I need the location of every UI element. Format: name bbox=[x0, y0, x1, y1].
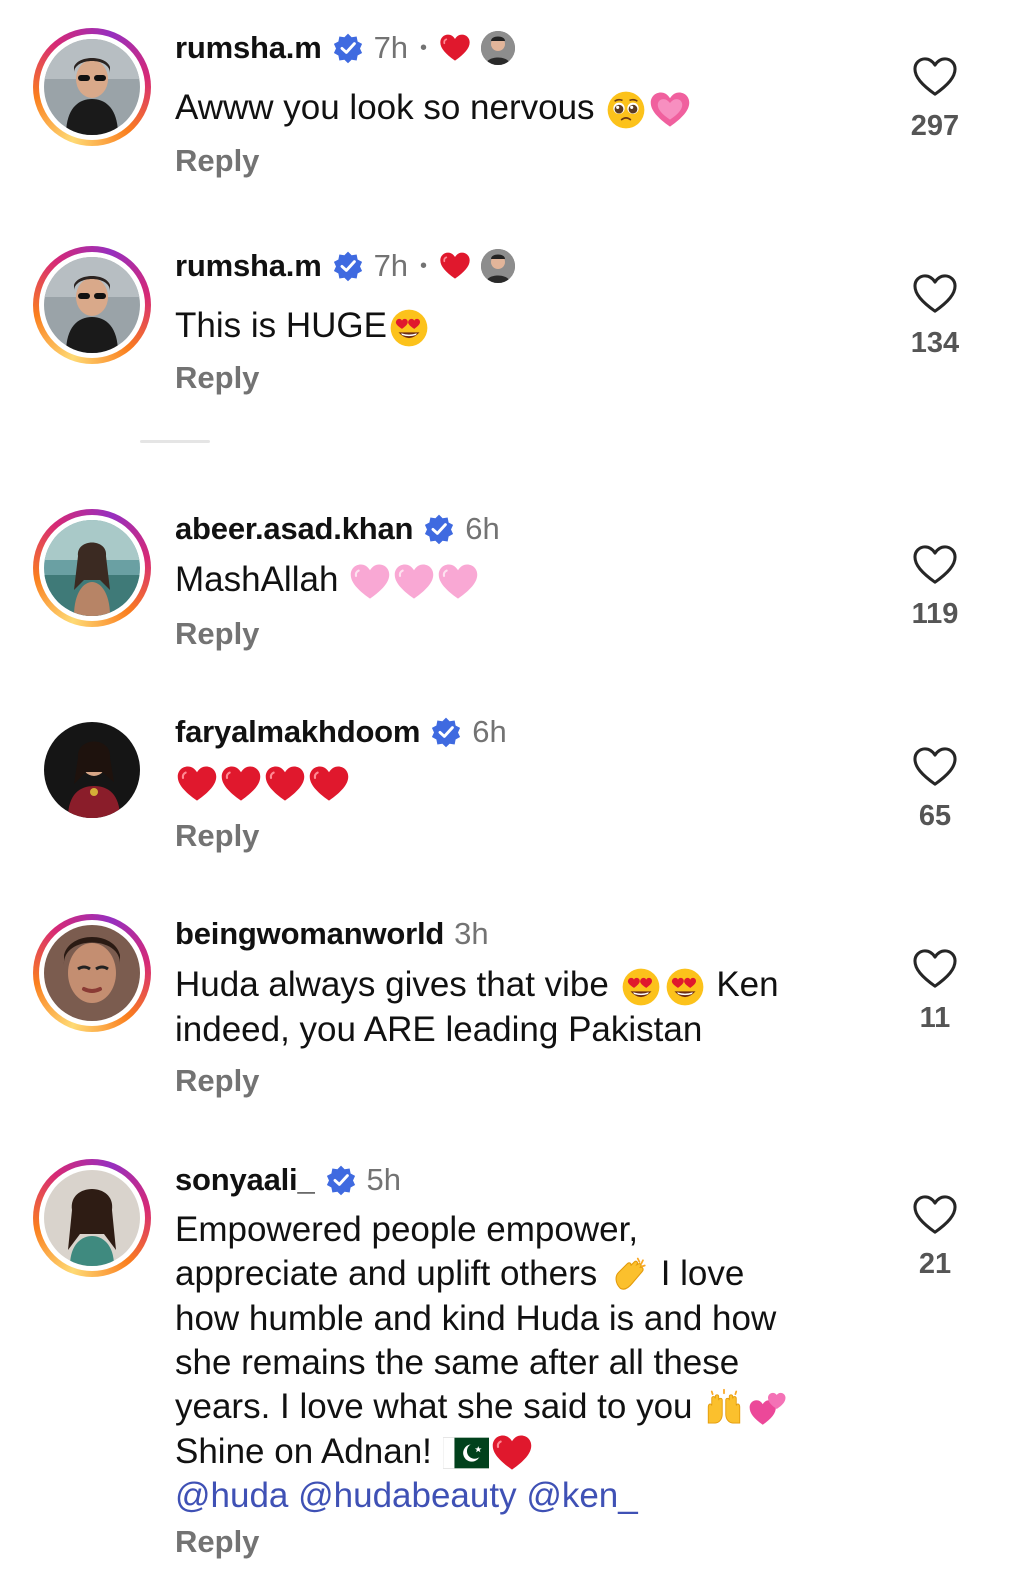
timestamp: 3h bbox=[454, 916, 489, 951]
heart-eyes-emoji-icon bbox=[620, 966, 662, 1008]
verified-badge-icon bbox=[423, 513, 455, 545]
like-column: 65 bbox=[900, 746, 970, 833]
like-count: 11 bbox=[919, 1002, 951, 1034]
avatar[interactable] bbox=[33, 711, 151, 829]
reply-button[interactable]: Reply bbox=[175, 818, 259, 854]
reply-button[interactable]: Reply bbox=[175, 616, 259, 652]
username[interactable]: rumsha.m bbox=[175, 248, 322, 284]
like-count: 119 bbox=[911, 598, 959, 630]
timestamp: 6h bbox=[472, 714, 507, 749]
like-column: 134 bbox=[900, 273, 970, 360]
pink-heart-emoji-icon bbox=[349, 561, 391, 603]
heart-outline-icon[interactable] bbox=[912, 273, 958, 315]
avatar[interactable] bbox=[33, 914, 151, 1032]
separator-dot: • bbox=[420, 36, 428, 59]
heart-eyes-emoji-icon bbox=[664, 966, 706, 1008]
username[interactable]: beingwomanworld bbox=[175, 916, 444, 952]
username[interactable]: faryalmakhdoom bbox=[175, 714, 420, 750]
like-column: 21 bbox=[900, 1194, 970, 1281]
clapping-hands-emoji-icon bbox=[608, 1255, 650, 1297]
mention-links[interactable]: @huda @hudabeauty @ken_ bbox=[175, 1476, 638, 1515]
avatar[interactable] bbox=[33, 509, 151, 627]
username[interactable]: sonyaali_ bbox=[175, 1162, 315, 1198]
red-heart-emoji-icon bbox=[176, 763, 218, 805]
username[interactable]: abeer.asad.khan bbox=[175, 511, 413, 547]
like-count: 21 bbox=[918, 1248, 952, 1280]
reply-button[interactable]: Reply bbox=[175, 143, 259, 179]
heart-outline-icon[interactable] bbox=[912, 544, 958, 586]
avatar[interactable] bbox=[33, 28, 151, 146]
comment-text: Awww you look so nervous bbox=[175, 86, 855, 131]
comment-text: Huda always gives that vibe Ken indeed, … bbox=[175, 965, 779, 1049]
verified-badge-icon bbox=[332, 250, 364, 282]
comment-text: This is HUGE bbox=[175, 304, 855, 349]
avatar[interactable] bbox=[33, 246, 151, 364]
heart-outline-icon[interactable] bbox=[912, 746, 958, 788]
timestamp: 6h bbox=[465, 511, 500, 546]
reply-button[interactable]: Reply bbox=[175, 1524, 259, 1560]
heart-outline-icon[interactable] bbox=[912, 56, 958, 98]
pink-heart-emoji-icon bbox=[393, 561, 435, 603]
heart-outline-icon[interactable] bbox=[912, 948, 958, 990]
pakistan-flag-emoji-icon bbox=[443, 1437, 489, 1469]
verified-badge-icon bbox=[430, 716, 462, 748]
creator-liked-heart-icon bbox=[439, 33, 471, 63]
like-column: 11 bbox=[900, 948, 970, 1035]
red-heart-emoji-icon bbox=[220, 763, 262, 805]
verified-badge-icon bbox=[325, 1164, 357, 1196]
timestamp: 7h bbox=[373, 248, 409, 283]
like-column: 297 bbox=[900, 56, 970, 143]
comment-text: Empowered people empower, appreciate and… bbox=[175, 1208, 855, 1518]
pink-heart-emoji-icon bbox=[437, 561, 479, 603]
like-count: 297 bbox=[910, 110, 960, 142]
pleading-face-emoji-icon bbox=[605, 89, 647, 131]
scroll-artifact bbox=[140, 440, 210, 443]
reply-button[interactable]: Reply bbox=[175, 360, 259, 396]
heart-outline-icon[interactable] bbox=[912, 1194, 958, 1236]
verified-badge-icon bbox=[332, 32, 364, 64]
comment-text: MashAllah bbox=[175, 558, 855, 603]
like-column: 119 bbox=[900, 544, 970, 631]
comment-text bbox=[175, 760, 855, 805]
avatar[interactable] bbox=[33, 1159, 151, 1277]
like-count: 134 bbox=[910, 327, 960, 359]
red-heart-emoji-icon bbox=[264, 763, 306, 805]
two-hearts-emoji-icon bbox=[747, 1388, 789, 1430]
separator-dot: • bbox=[420, 254, 428, 277]
timestamp: 7h bbox=[373, 30, 409, 65]
timestamp: 5h bbox=[366, 1162, 401, 1197]
creator-liked-heart-icon bbox=[439, 251, 471, 281]
red-heart-emoji-icon bbox=[308, 763, 350, 805]
creator-avatar-icon bbox=[481, 31, 516, 65]
growing-heart-emoji-icon bbox=[649, 89, 691, 131]
heart-eyes-emoji-icon bbox=[388, 307, 430, 349]
creator-avatar-icon bbox=[481, 249, 516, 283]
red-heart-emoji-icon bbox=[491, 1432, 533, 1474]
reply-button[interactable]: Reply bbox=[175, 1063, 259, 1099]
like-count: 65 bbox=[918, 800, 952, 832]
raised-hands-emoji-icon bbox=[703, 1388, 745, 1430]
username[interactable]: rumsha.m bbox=[175, 30, 322, 66]
